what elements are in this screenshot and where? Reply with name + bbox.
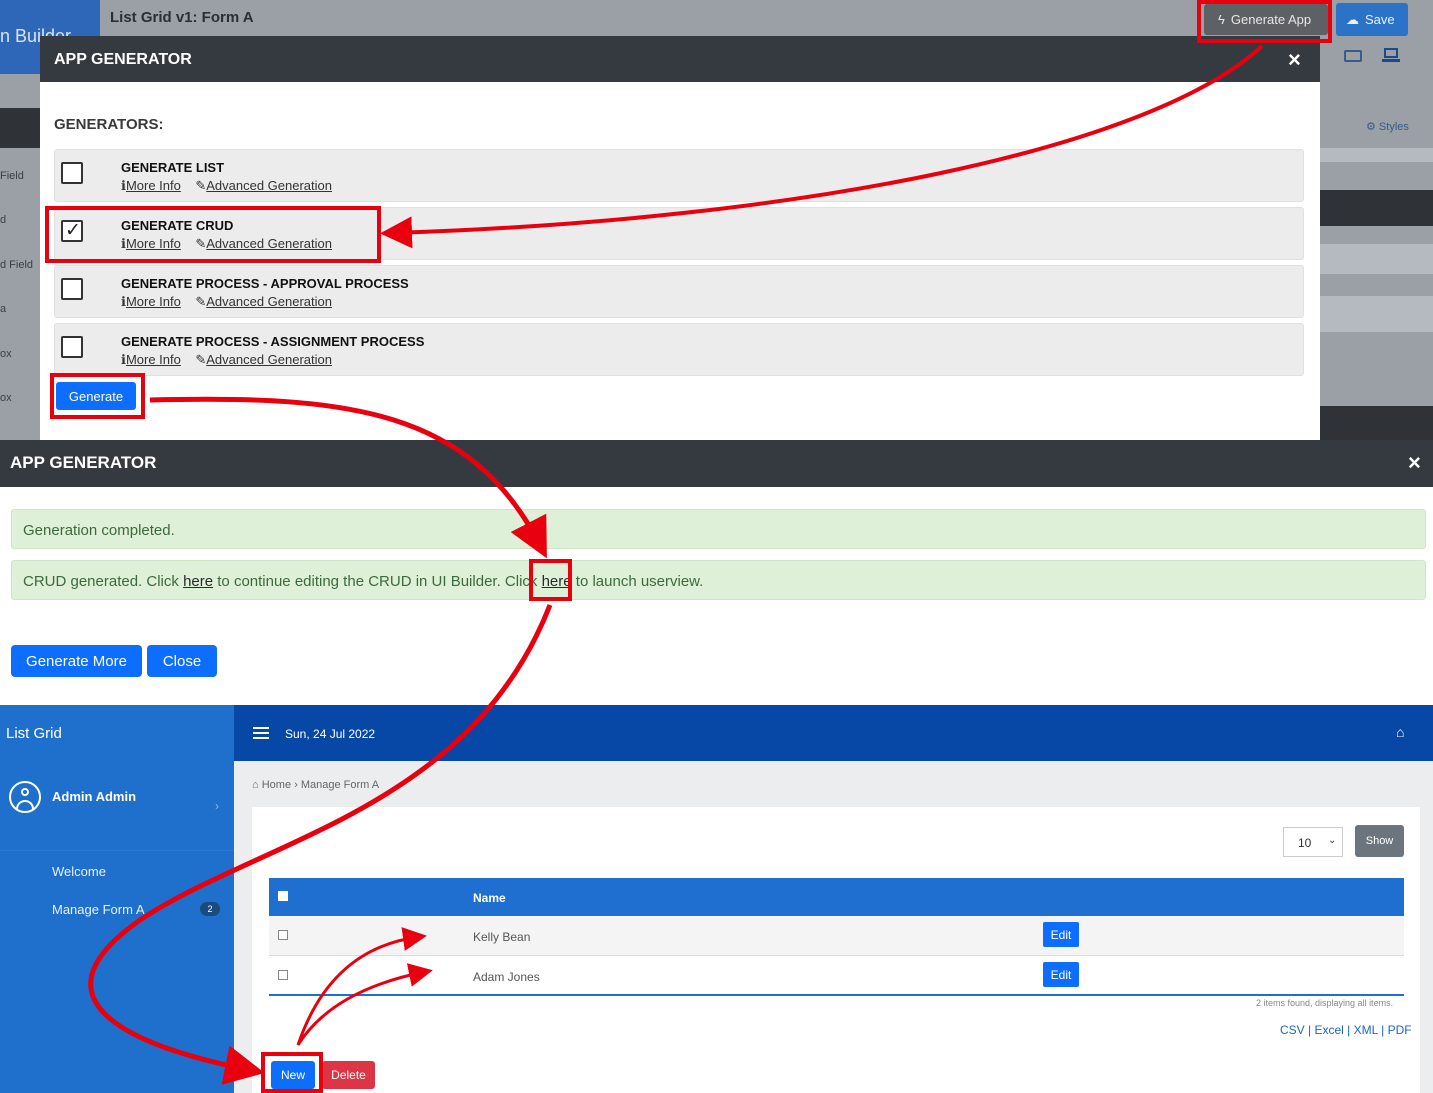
save-label: Save [1365,12,1395,27]
modal-title: APP GENERATOR [10,453,157,472]
palette-item[interactable]: a [0,303,6,315]
more-info-link[interactable]: More Info [126,178,181,193]
modal-header: APP GENERATOR × [0,440,1433,487]
magic-wand-icon: ✎ [195,178,207,193]
form-title: List Grid v1: Form A [110,9,254,26]
row-checkbox[interactable] [278,970,288,980]
hamburger-icon[interactable] [253,727,269,739]
generator-links: ℹMore Info ✎Advanced Generation [121,178,332,194]
page-size-select[interactable]: 10 ⌄ [1283,827,1343,857]
items-found-text: 2 items found, displaying all items. [1256,998,1394,1008]
ui-builder-here-link[interactable]: here [183,573,213,590]
select-all-checkbox[interactable] [278,891,288,901]
modal-title: APP GENERATOR [54,51,192,68]
generator-checkbox[interactable] [61,336,83,358]
crud-message-text: to launch userview. [571,573,704,590]
userview-panel: List Grid Admin Admin › Welcome Manage F… [0,705,1433,1093]
magic-wand-icon: ✎ [195,352,207,367]
crud-message-text: to continue editing the CRUD in UI Build… [213,573,542,590]
column-header-name[interactable]: Name [473,891,506,905]
cloud-upload-icon: ☁ [1346,11,1359,27]
highlight-generate-app [1197,0,1332,43]
generate-more-button[interactable]: Generate More [11,645,142,677]
count-badge: 2 [200,902,220,916]
close-button[interactable]: Close [147,645,217,677]
user-name: Admin Admin [52,789,137,804]
more-info-link[interactable]: More Info [126,294,181,309]
advanced-generation-link[interactable]: Advanced Generation [206,178,332,193]
palette-item[interactable]: d Field [0,259,33,271]
userview-topnav: Sun, 24 Jul 2022 ⌂ [234,705,1433,761]
advanced-generation-link[interactable]: Advanced Generation [206,352,332,367]
sidebar-item-manage-form-a[interactable]: Manage Form A [52,902,145,917]
sidebar-item-welcome[interactable]: Welcome [52,864,106,879]
home-icon: ⌂ [252,779,259,791]
edit-button[interactable]: Edit [1043,922,1079,947]
export-links[interactable]: CSV | Excel | XML | PDF [1280,1023,1412,1037]
palette-item[interactable]: Field [0,170,24,182]
tablet-view-icon[interactable] [1344,50,1362,62]
highlight-generate-button [50,373,145,419]
userview-sidebar: List Grid Admin Admin › Welcome Manage F… [0,705,234,1093]
breadcrumb-home[interactable]: Home [262,779,291,791]
table-row: Kelly Bean Edit [269,916,1404,956]
generator-links: ℹMore Info ✎Advanced Generation [121,352,332,368]
breadcrumb-current: Manage Form A [300,779,380,791]
current-date: Sun, 24 Jul 2022 [285,727,376,741]
save-button[interactable]: ☁ Save [1336,3,1408,36]
laptop-view-icon[interactable] [1382,48,1400,62]
crud-message-text: CRUD generated. Click [23,573,184,590]
generator-row-list: GENERATE LIST ℹMore Info ✎Advanced Gener… [54,149,1304,202]
magic-wand-icon: ✎ [195,294,207,309]
home-icon[interactable]: ⌂ [1396,724,1404,740]
generator-name: GENERATE LIST [121,160,225,175]
right-properties-strip [1320,38,1433,440]
left-palette-dark-block [0,108,40,148]
delete-button[interactable]: Delete [322,1061,375,1089]
styles-link[interactable]: ⚙ Styles [1366,120,1409,133]
table-row: Adam Jones Edit [269,956,1404,996]
avatar [9,781,41,813]
generator-row-approval: GENERATE PROCESS - APPROVAL PROCESS ℹMor… [54,265,1304,318]
chevron-right-icon: › [215,799,219,813]
generator-checkbox[interactable] [61,278,83,300]
generators-heading: GENERATORS: [54,116,164,133]
generator-row-assignment: GENERATE PROCESS - ASSIGNMENT PROCESS ℹM… [54,323,1304,376]
palette-item[interactable]: d [0,214,6,226]
generator-checkbox[interactable] [61,162,83,184]
edit-button[interactable]: Edit [1043,962,1079,987]
advanced-generation-link[interactable]: Advanced Generation [206,294,332,309]
palette-item[interactable]: ox [0,348,12,360]
close-icon[interactable]: × [1288,49,1301,71]
breadcrumb: ⌂ Home › Manage Form A [252,779,380,791]
generator-name: GENERATE PROCESS - APPROVAL PROCESS [121,276,409,291]
highlight-generate-crud [45,206,381,263]
highlight-new-button [261,1052,323,1093]
highlight-here-link [529,559,572,601]
modal-header: APP GENERATOR × [40,36,1320,82]
more-info-link[interactable]: More Info [126,352,181,367]
row-name: Adam Jones [473,970,540,984]
close-icon[interactable]: × [1408,452,1421,474]
result-modal: APP GENERATOR × Generation completed. CR… [0,440,1433,705]
generation-completed-alert: Generation completed. [11,509,1426,549]
row-name: Kelly Bean [473,930,531,944]
show-button[interactable]: Show [1355,825,1404,857]
row-checkbox[interactable] [278,930,288,940]
user-profile[interactable]: Admin Admin › [0,761,234,851]
palette-item[interactable]: ox [0,392,12,404]
crud-generated-alert: CRUD generated. Click here to continue e… [11,560,1426,600]
table-header: Name [269,878,1404,916]
generator-name: GENERATE PROCESS - ASSIGNMENT PROCESS [121,334,425,349]
chevron-down-icon: ⌄ [1328,835,1337,846]
userview-brand[interactable]: List Grid [0,705,234,761]
generator-links: ℹMore Info ✎Advanced Generation [121,294,332,310]
